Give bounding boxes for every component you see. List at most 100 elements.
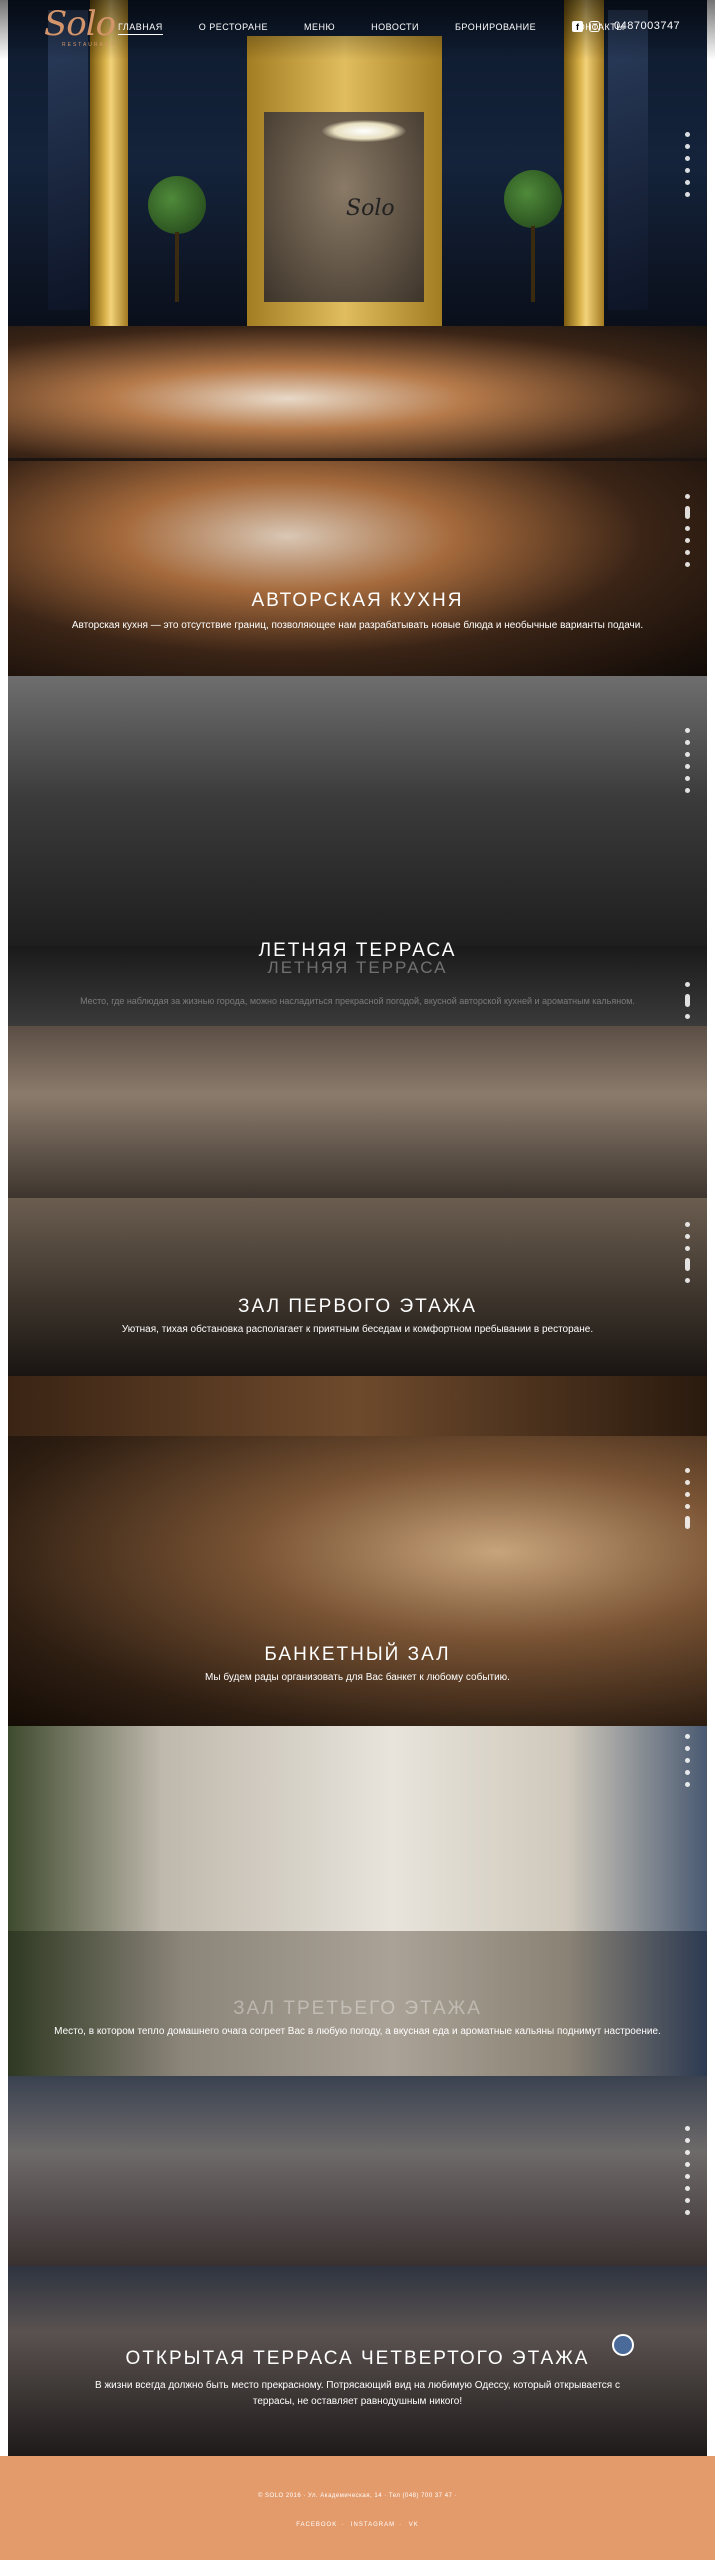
- plant-stand: [175, 232, 179, 302]
- nav-dot[interactable]: [685, 1246, 690, 1251]
- nav-dot[interactable]: [685, 788, 690, 793]
- nav-dot[interactable]: [685, 1516, 690, 1529]
- nav-dot[interactable]: [685, 1234, 690, 1239]
- nav-dot[interactable]: [685, 1770, 690, 1775]
- section-title: ОТКРЫТАЯ ТЕРРАСА ЧЕТВЕРТОГО ЭТАЖА: [125, 2348, 590, 2369]
- nav-dot[interactable]: [685, 2126, 690, 2131]
- nav-dot[interactable]: [685, 1758, 690, 1763]
- section-third-floor: ЗАЛ ТРЕТЬЕГО ЭТАЖА Место, в котором тепл…: [8, 1726, 707, 2076]
- footer-contacts: © SOLO 2016 · Ул. Академическая, 14 · Те…: [257, 2493, 458, 2499]
- nav-dot[interactable]: [685, 1480, 690, 1485]
- section-first-floor: ЗАЛ ПЕРВОГО ЭТАЖА Уютная, тихая обстанов…: [8, 1026, 707, 1376]
- hall-photo: [8, 1026, 707, 1198]
- terrace-photo: [8, 2076, 707, 2266]
- site-header: Solo RESTAURANT ГЛАВНАЯ О РЕСТОРАНЕ МЕНЮ…: [0, 0, 715, 60]
- nav-item-about[interactable]: О РЕСТОРАНЕ: [199, 22, 268, 35]
- facebook-icon[interactable]: f: [572, 21, 583, 32]
- logo-tagline: RESTAURANT: [62, 42, 116, 48]
- nav-item-news[interactable]: НОВОСТИ: [371, 22, 419, 35]
- nav-dot[interactable]: [685, 494, 690, 499]
- nav-dot[interactable]: [685, 562, 690, 567]
- slide-dots: [685, 1222, 690, 1283]
- plant-stand: [531, 226, 535, 302]
- slide-dots: [685, 494, 690, 567]
- slide-dots: [685, 132, 690, 197]
- nav-dot[interactable]: [685, 538, 690, 543]
- nav-dot[interactable]: [685, 1014, 690, 1019]
- nav-dot[interactable]: [685, 2138, 690, 2143]
- instagram-icon[interactable]: [589, 21, 600, 32]
- nav-dot[interactable]: [685, 506, 690, 519]
- nav-dot[interactable]: [685, 740, 690, 745]
- section-description-line2: террасы, не оставляет равнодушным никого…: [252, 2396, 463, 2407]
- section-banquet: БАНКЕТНЫЙ ЗАЛ Мы будем рады организовать…: [8, 1376, 707, 1726]
- nav-dot[interactable]: [685, 180, 690, 185]
- nav-dot[interactable]: [685, 1468, 690, 1473]
- section-description: Уютная, тихая обстановка располагает к п…: [121, 1324, 594, 1335]
- section-summer-terrace: ЛЕТНЯЯ ТЕРРАСА ЛЕТНЯЯ ТЕРРАСА Место, где…: [8, 676, 707, 1026]
- footer-link-facebook[interactable]: FACEBOOK: [296, 2522, 337, 2528]
- nav-dot[interactable]: [685, 168, 690, 173]
- nav-dot[interactable]: [685, 2174, 690, 2179]
- site-footer: © SOLO 2016 · Ул. Академическая, 14 · Те…: [0, 2456, 715, 2560]
- nav-dot[interactable]: [685, 1222, 690, 1227]
- banquet-photo: [8, 1376, 707, 1436]
- wall-logo: Solo: [346, 196, 395, 221]
- food-photo: [8, 461, 707, 676]
- nav-dot[interactable]: [685, 2186, 690, 2191]
- nav-dot[interactable]: [685, 2210, 690, 2215]
- ceiling-lamp: [322, 120, 406, 142]
- slide-dots: [685, 1734, 690, 1787]
- hall-photo: [8, 1198, 707, 1376]
- section-title: ЗАЛ ТРЕТЬЕГО ЭТАЖА: [233, 1998, 482, 2019]
- nav-dot[interactable]: [685, 1746, 690, 1751]
- topiary-plant: [504, 170, 562, 228]
- section-description: Мы будем рады организовать для Вас банке…: [205, 1672, 510, 1683]
- slide-dots: [685, 2126, 690, 2215]
- nav-item-menu[interactable]: МЕНЮ: [304, 22, 335, 35]
- section-title: АВТОРСКАЯ КУХНЯ: [251, 590, 464, 611]
- footer-link-instagram[interactable]: INSTAGRAM: [351, 2522, 395, 2528]
- nav-dot[interactable]: [685, 132, 690, 137]
- nav-dot[interactable]: [685, 764, 690, 769]
- footer-link-vk[interactable]: VK: [409, 2522, 419, 2528]
- logo[interactable]: Solo: [44, 4, 116, 44]
- nav-dot[interactable]: [685, 192, 690, 197]
- nav-item-home[interactable]: ГЛАВНАЯ: [118, 22, 163, 35]
- nav-dot[interactable]: [685, 1258, 690, 1271]
- nav-dot[interactable]: [685, 994, 690, 1007]
- nav-dot[interactable]: [685, 728, 690, 733]
- nav-dot[interactable]: [685, 1278, 690, 1283]
- section-cuisine: АВТОРСКАЯ КУХНЯ Авторская кухня — это от…: [8, 326, 707, 676]
- nav-dot[interactable]: [685, 1734, 690, 1739]
- section-description: Место, в котором тепло домашнего очага с…: [54, 2026, 661, 2037]
- topiary-plant: [148, 176, 206, 234]
- nav-dot[interactable]: [685, 1492, 690, 1497]
- terrace-photo: [8, 676, 707, 946]
- slide-dots: [685, 728, 690, 793]
- nav-dot[interactable]: [685, 526, 690, 531]
- section-title-ghost: ЛЕТНЯЯ ТЕРРАСА: [267, 958, 448, 977]
- nav-dot[interactable]: [685, 550, 690, 555]
- nav-dot[interactable]: [685, 2162, 690, 2167]
- nav-dot[interactable]: [685, 2198, 690, 2203]
- nav-item-booking[interactable]: БРОНИРОВАНИЕ: [455, 22, 536, 35]
- nav-dot[interactable]: [685, 1504, 690, 1509]
- nav-dot[interactable]: [685, 982, 690, 987]
- slide-dots: [685, 1468, 690, 1529]
- section-title: БАНКЕТНЫЙ ЗАЛ: [264, 1644, 451, 1665]
- slide-dots: [685, 982, 690, 1019]
- nav-dot[interactable]: [685, 776, 690, 781]
- section-title: ЗАЛ ПЕРВОГО ЭТАЖА: [238, 1296, 477, 1317]
- third-floor-photo: [8, 1726, 707, 1931]
- nav-dot[interactable]: [685, 2150, 690, 2155]
- section-description: Авторская кухня — это отсутствие границ,…: [71, 620, 644, 631]
- nav-dot[interactable]: [685, 752, 690, 757]
- nav-dot[interactable]: [685, 144, 690, 149]
- social-links: f: [572, 21, 600, 32]
- section-description: Место, где наблюдая за жизнью города, мо…: [80, 996, 635, 1006]
- food-photo: [8, 326, 707, 458]
- nav-dot[interactable]: [685, 156, 690, 161]
- nav-dot[interactable]: [685, 1782, 690, 1787]
- phone-number[interactable]: 0487003747: [614, 20, 680, 32]
